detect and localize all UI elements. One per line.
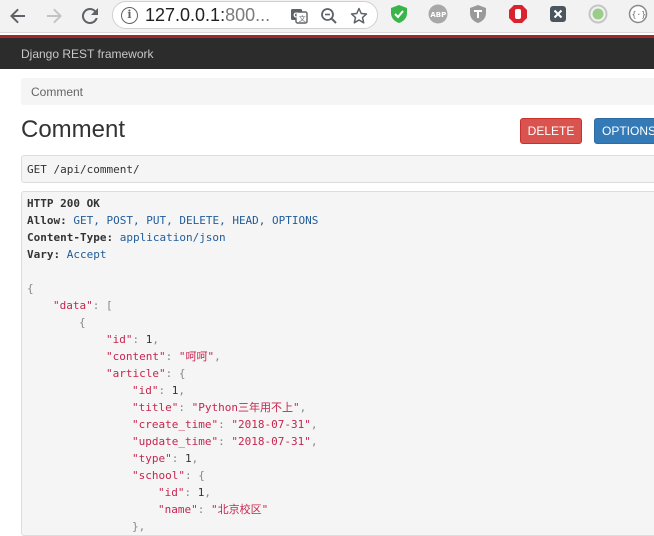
json-article-id: "id": 1, (132, 384, 185, 397)
request-line: GET /api/comment/ (27, 163, 140, 176)
navbar-brand[interactable]: Django REST framework (21, 47, 154, 61)
response-status: HTTP 200 OK (27, 197, 100, 210)
json-article-create-time: "create_time": "2018-07-31", (132, 418, 318, 431)
svg-text:文: 文 (299, 14, 306, 23)
json-school-id: "id": 1, (158, 486, 211, 499)
tampermonkey-extension-icon[interactable] (468, 4, 488, 24)
delete-button[interactable]: DELETE (520, 118, 582, 144)
stop-hand-extension-icon[interactable] (508, 4, 528, 24)
json-data-key: "data": [ (53, 299, 113, 312)
circle-extension-icon[interactable] (588, 4, 608, 24)
page-title: Comment (21, 116, 126, 143)
request-info: GET /api/comment/ (21, 155, 654, 183)
back-arrow-icon[interactable] (6, 4, 30, 28)
json-article-type: "type": 1, (132, 452, 199, 465)
bookmark-star-icon[interactable] (349, 6, 369, 26)
json-article-title: "title": "Python三年用不上", (132, 401, 307, 414)
json-article-key: "article": { (106, 367, 186, 380)
shield-extension-icon[interactable] (389, 4, 409, 24)
json-content: "content": "呵呵", (106, 350, 221, 363)
zoom-out-icon[interactable] (319, 6, 339, 26)
options-button[interactable]: OPTIONS (594, 118, 654, 144)
forward-arrow-icon[interactable] (42, 4, 66, 28)
response-info: HTTP 200 OK Allow: GET, POST, PUT, DELET… (21, 191, 654, 536)
svg-text:{·}: {·} (632, 10, 646, 19)
adblock-plus-icon[interactable]: ABP (428, 4, 448, 24)
json-open-brace: { (27, 282, 34, 295)
svg-text:ABP: ABP (430, 11, 446, 19)
header-content-type: Content-Type: application/json (27, 231, 226, 244)
breadcrumb-item-comment[interactable]: Comment (31, 85, 83, 99)
json-school-close: }, (132, 520, 146, 533)
drf-navbar: Django REST framework (0, 35, 654, 69)
info-icon[interactable]: i (121, 7, 138, 24)
translate-icon[interactable]: G文 (289, 6, 309, 26)
x-extension-icon[interactable] (548, 4, 568, 24)
reload-icon[interactable] (78, 4, 102, 28)
json-school-key: "school": { (132, 469, 205, 482)
browser-toolbar: i 127.0.0.1:800... G文 ABP {·} (0, 0, 654, 33)
url-text: 127.0.0.1:800... (145, 5, 271, 25)
json-id: "id": 1, (106, 333, 159, 346)
breadcrumb: Comment (21, 78, 654, 105)
json-object-open: { (79, 316, 86, 329)
header-allow: Allow: GET, POST, PUT, DELETE, HEAD, OPT… (27, 214, 319, 227)
json-article-update-time: "update_time": "2018-07-31", (132, 435, 318, 448)
address-bar[interactable]: i 127.0.0.1:800... G文 (112, 1, 378, 29)
json-school-name: "name": "北京校区" (158, 503, 269, 516)
header-vary: Vary: Accept (27, 248, 107, 261)
json-viewer-extension-icon[interactable]: {·} (628, 4, 648, 24)
